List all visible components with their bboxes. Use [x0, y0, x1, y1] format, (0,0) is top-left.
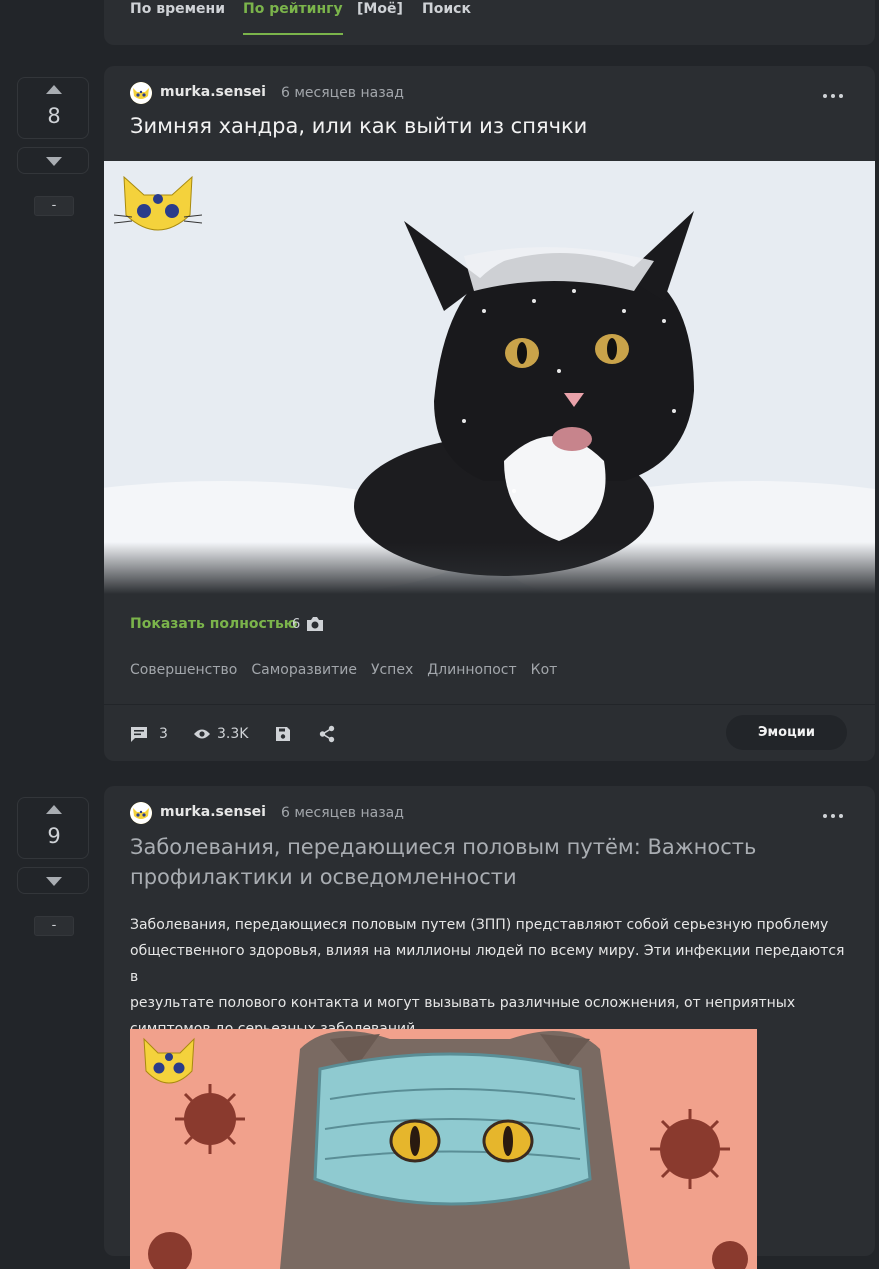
body-line: Заболевания, передающиеся половым путем …: [130, 917, 829, 933]
show-full-link[interactable]: Показать полностью: [130, 616, 297, 632]
downvote-arrow-icon: [46, 877, 62, 886]
author-avatar[interactable]: [130, 802, 152, 824]
minus-button[interactable]: -: [34, 196, 74, 216]
upvote-box: 8: [17, 77, 89, 139]
post-title-line: профилактики и осведомленности: [130, 865, 517, 889]
post-title[interactable]: Зимняя хандра, или как выйти из спячки: [130, 111, 587, 141]
post-header: murka.sensei 6 месяцев назад: [130, 802, 830, 824]
emotions-button[interactable]: Эмоции: [726, 715, 847, 750]
views-icon: [194, 729, 210, 739]
post-time: 6 месяцев назад: [281, 85, 404, 101]
tab-search[interactable]: Поиск: [422, 0, 471, 35]
more-options-icon[interactable]: [823, 88, 845, 102]
post-title[interactable]: Заболевания, передающиеся половым путём:…: [130, 832, 756, 892]
downvote-arrow-icon: [46, 157, 62, 166]
tag-list: Совершенство Саморазвитие Успех Длиннопост К…: [130, 662, 571, 678]
footer-divider: [104, 704, 875, 705]
tag-self-development[interactable]: Саморазвитие: [251, 662, 357, 678]
save-icon[interactable]: [275, 726, 291, 742]
post-header: murka.sensei 6 месяцев назад: [130, 82, 830, 104]
tag-longpost[interactable]: Длиннопост: [427, 662, 516, 678]
post-time: 6 месяцев назад: [281, 805, 404, 821]
tag-perfection[interactable]: Совершенство: [130, 662, 237, 678]
post-image-cat-in-mask[interactable]: [130, 1029, 757, 1269]
post-card: murka.sensei 6 месяцев назад Зимняя ханд…: [104, 66, 875, 761]
rating-score: 9: [47, 824, 61, 848]
share-icon[interactable]: [319, 725, 335, 743]
body-line: результате полового контакта и могут выз…: [130, 995, 796, 1011]
author-avatar[interactable]: [130, 82, 152, 104]
tag-cat[interactable]: Кот: [531, 662, 558, 678]
views-count: 3.3K: [217, 726, 249, 742]
watermark-cat-icon: [114, 175, 202, 231]
more-options-icon[interactable]: [823, 808, 845, 822]
post-card: murka.sensei 6 месяцев назад Заболевания…: [104, 786, 875, 1269]
upvote-box: 9: [17, 797, 89, 859]
downvote-button[interactable]: [17, 147, 89, 174]
body-line: общественного здоровья, влияя на миллион…: [130, 943, 845, 985]
tab-by-time[interactable]: По времени: [130, 0, 225, 35]
sort-tabs-bar: По времени По рейтингу [Моё] Поиск: [104, 0, 875, 45]
author-name[interactable]: murka.sensei: [160, 84, 266, 100]
author-name[interactable]: murka.sensei: [160, 804, 266, 820]
downvote-button[interactable]: [17, 867, 89, 894]
tab-mine[interactable]: [Моё]: [357, 0, 403, 35]
watermark-cat-icon: [143, 1037, 195, 1084]
tag-success[interactable]: Успех: [371, 662, 413, 678]
post-image-cat-in-snow[interactable]: [104, 161, 875, 594]
rating-score: 8: [47, 104, 61, 128]
tab-by-rating[interactable]: По рейтингу: [243, 0, 343, 35]
upvote-arrow-icon[interactable]: [46, 805, 62, 814]
post-body: Заболевания, передающиеся половым путем …: [130, 912, 850, 1042]
comments-count: 3: [159, 726, 168, 742]
comments-icon[interactable]: [130, 726, 148, 743]
camera-icon: [307, 617, 323, 631]
post-title-line: Заболевания, передающиеся половым путём:…: [130, 835, 757, 859]
upvote-arrow-icon[interactable]: [46, 85, 62, 94]
photo-count: 6: [292, 617, 301, 632]
minus-button[interactable]: -: [34, 916, 74, 936]
